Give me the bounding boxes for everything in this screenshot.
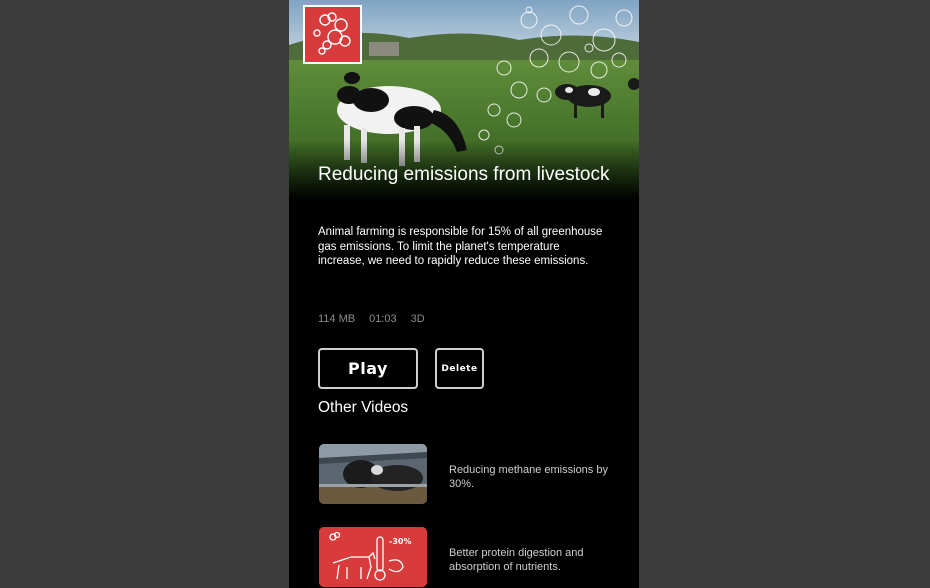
- video-title: Reducing emissions from livestock: [318, 164, 610, 185]
- video-item-label: Reducing methane emissions by 30%.: [449, 464, 608, 490]
- file-size: 114 MB: [318, 313, 356, 325]
- gas-cloud-badge: [303, 5, 362, 64]
- duration: 01:03: [369, 313, 397, 325]
- other-videos-heading: Other Videos: [318, 399, 409, 416]
- video-detail-screen: Reducing emissions from livestock Animal…: [289, 0, 639, 588]
- cow-thermometer-icon: -30%: [319, 527, 427, 587]
- video-item[interactable]: Reducing methane emissions by 30%.: [319, 444, 619, 504]
- format: 3D: [410, 313, 425, 325]
- thumb-percent-text: -30%: [389, 537, 411, 546]
- video-thumbnail[interactable]: -30%: [319, 527, 427, 587]
- play-button[interactable]: Play: [318, 348, 418, 389]
- video-thumbnail[interactable]: [319, 444, 427, 504]
- video-description: Animal farming is responsible for 15% of…: [318, 226, 603, 267]
- gas-cloud-icon: [313, 12, 351, 55]
- video-item[interactable]: -30% Better protein digestion and absorp…: [319, 527, 619, 587]
- video-meta: 114 MB 01:03 3D: [318, 313, 425, 325]
- delete-button[interactable]: Delete: [435, 348, 484, 389]
- video-item-label: Better protein digestion and absorption …: [449, 547, 584, 573]
